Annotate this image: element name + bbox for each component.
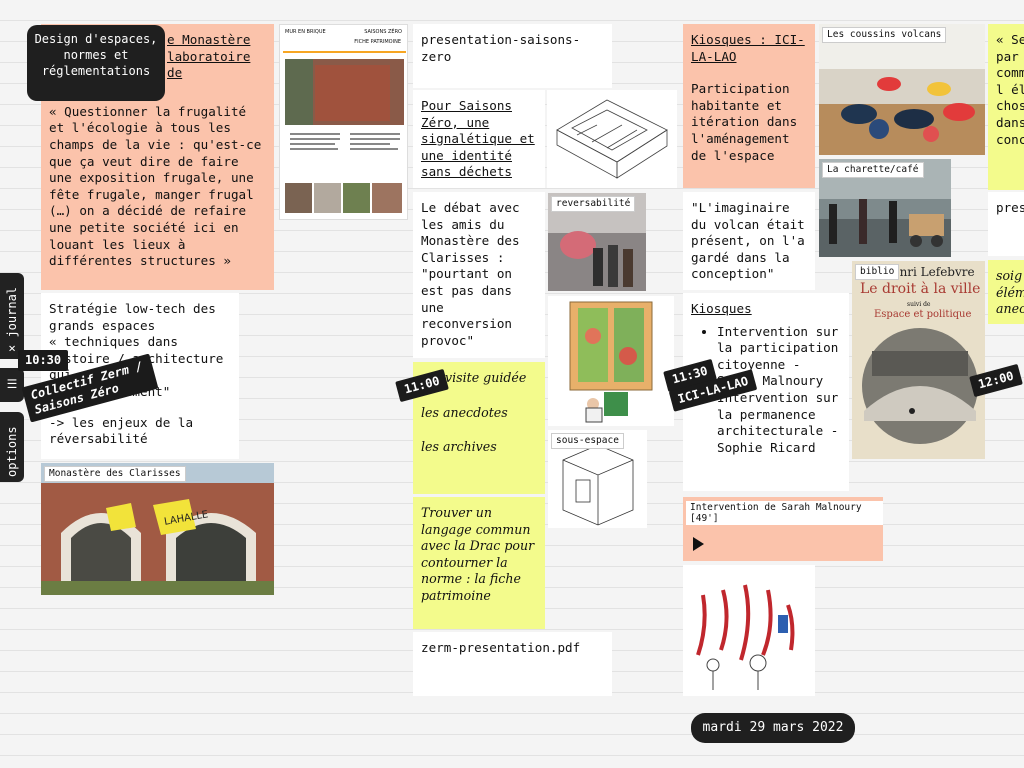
charette-image-card[interactable]: La charette/café xyxy=(819,159,951,257)
menu-icon: ☰ xyxy=(6,377,18,391)
options-tab[interactable]: options xyxy=(0,412,24,482)
visite-item-anecdotes: les anecdotes xyxy=(421,404,508,420)
coussins-photo xyxy=(819,24,985,155)
coussins-image-card[interactable]: Les coussins volcans xyxy=(819,24,985,155)
doc-content xyxy=(283,51,406,213)
card-note: -> les enjeux de la réversabilité xyxy=(49,414,194,447)
langage-card[interactable]: Trouver un langage commun avec la Drac p… xyxy=(413,497,545,629)
card-title: Kiosques xyxy=(691,301,752,316)
image-caption: Les coussins volcans xyxy=(822,27,947,43)
card-title: Pour Saisons Zéro, une signalétique et u… xyxy=(421,98,535,180)
signaletique-card[interactable]: Pour Saisons Zéro, une signalétique et u… xyxy=(413,90,545,188)
doc-header-left: MUR EN BRIQUE xyxy=(285,29,326,35)
play-icon[interactable] xyxy=(693,537,704,551)
pdf-file-card[interactable]: zerm-presentation.pdf xyxy=(413,632,612,696)
illustration-image xyxy=(569,301,653,423)
list-item: Intervention sur la permanence architect… xyxy=(717,390,841,456)
book-cover-photo xyxy=(862,328,978,444)
card-text: soig élém anec xyxy=(996,268,1024,317)
card-text: Trouver un langage commun avec la Drac p… xyxy=(421,505,535,603)
card-title: Kiosques : ICI-LA-LAO xyxy=(691,32,805,64)
audio-card[interactable]: Intervention de Sarah Malnoury [49'] xyxy=(683,497,883,561)
audio-label: Intervention de Sarah Malnoury [49'] xyxy=(686,501,883,525)
time-stamp-1030: 10:30 xyxy=(18,350,69,371)
menu-tab[interactable]: ☰ xyxy=(0,368,24,402)
image-caption: sous-espace xyxy=(551,433,624,449)
card-text: Participation habitante et itération dan… xyxy=(691,81,798,163)
file-name: zerm-presentation.pdf xyxy=(421,640,581,655)
card-text: "L'imaginaire du volcan était présent, o… xyxy=(691,200,805,282)
book-image-card[interactable]: Henri Lefebvre Le droit à la ville suivi… xyxy=(852,261,985,459)
axonometric-drawing[interactable] xyxy=(547,90,677,188)
doc-header-right: SAISONS ZÉRO xyxy=(364,29,402,35)
file-name: pres xyxy=(996,200,1024,215)
window-illustration[interactable] xyxy=(548,296,674,426)
right-partial-file[interactable]: pres xyxy=(988,192,1024,256)
sketch-image xyxy=(556,99,668,179)
clarisses-image-card[interactable]: Monastère des Clarisses LAHALLE xyxy=(41,463,274,595)
file-name: presentation-saisons-zero xyxy=(421,32,581,64)
visite-item-archives: les archives xyxy=(421,439,497,455)
card-quote: « Questionner la frugalité et l'écologie… xyxy=(49,103,262,269)
card-text: « Se par comm du l élém chos dans conc xyxy=(996,32,1024,147)
category-tag[interactable]: Design d'espaces, normes et réglementati… xyxy=(27,25,165,101)
journal-tab[interactable]: × journal xyxy=(0,273,24,359)
visite-item-guided: visite guidée xyxy=(445,370,527,385)
card-title: Stratégie low-tech des grands espaces xyxy=(49,301,216,333)
card-title: e Monastère laboratoire de xyxy=(167,32,251,81)
image-caption: biblio xyxy=(855,264,900,280)
presentation-file-card[interactable]: presentation-saisons-zero xyxy=(413,24,612,88)
kiosques-card[interactable]: Kiosques : ICI-LA-LAO Participation habi… xyxy=(683,24,815,188)
clarisses-photo xyxy=(41,463,274,595)
figures-drawing[interactable] xyxy=(683,565,815,696)
debat-card[interactable]: Le débat avec les amis du Monastère des … xyxy=(413,192,545,358)
image-caption: reversabilité xyxy=(551,196,636,212)
fiche-patrimoine-doc[interactable]: MUR EN BRIQUE SAISONS ZÉRO FICHE PATRIMO… xyxy=(279,24,408,220)
sous-espace-card[interactable]: sous-espace xyxy=(548,430,647,528)
right-partial-yellow[interactable]: soig élém anec xyxy=(988,260,1024,324)
figures-sketch xyxy=(696,584,795,690)
image-caption: La charette/café xyxy=(822,162,924,178)
imaginaire-card[interactable]: "L'imaginaire du volcan était présent, o… xyxy=(683,192,815,290)
card-text: Le débat avec les amis du Monastère des … xyxy=(421,200,520,348)
right-partial-card[interactable]: « Se par comm du l élém chos dans conc xyxy=(988,24,1024,190)
reversabilite-image-card[interactable]: reversabilité xyxy=(548,193,646,291)
image-caption: Monastère des Clarisses xyxy=(44,466,186,482)
date-pill[interactable]: mardi 29 mars 2022 xyxy=(691,713,855,743)
